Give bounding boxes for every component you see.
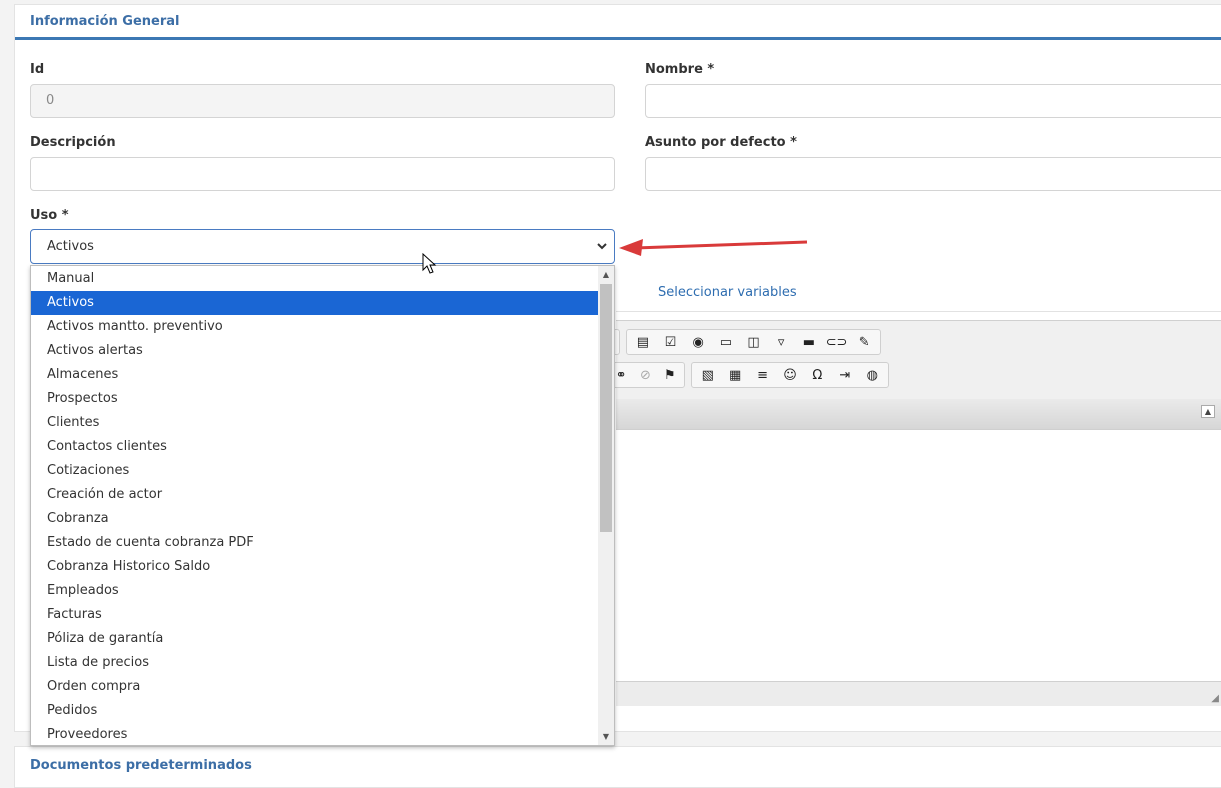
dropdown-option[interactable]: Clientes <box>31 411 598 435</box>
dropdown-option[interactable]: Creación de actor <box>31 483 598 507</box>
horizontal-rule-icon[interactable]: ≡ <box>749 364 776 386</box>
asunto-label: Asunto por defecto * <box>645 135 797 150</box>
dropdown-scrollbar[interactable]: ▲ ▼ <box>598 266 614 745</box>
dropdown-option[interactable]: Contactos clientes <box>31 435 598 459</box>
dropdown-option[interactable]: Cotizaciones <box>31 459 598 483</box>
tab-divider <box>616 311 1221 312</box>
descripcion-field[interactable] <box>30 157 615 191</box>
dropdown-option[interactable]: Lista de precios <box>31 651 598 675</box>
smiley-icon[interactable]: ☺ <box>776 364 803 386</box>
scroll-down-icon[interactable]: ▼ <box>598 728 614 745</box>
dropdown-option[interactable]: Activos <box>31 291 598 315</box>
toolbar-group-forms: ▤ ☑ ◉ ▭ ◫ ▿ ▬ ⊂⊃ ✎ <box>626 329 881 355</box>
scroll-up-icon[interactable]: ▲ <box>598 266 614 283</box>
scroll-thumb[interactable] <box>600 284 612 532</box>
panel-title: Información General <box>30 14 180 29</box>
dropdown-option[interactable]: Proveedores <box>31 723 598 745</box>
dropdown-option[interactable]: Almacenes <box>31 363 598 387</box>
pagebreak-icon[interactable]: ⇥ <box>831 364 858 386</box>
dropdown-option[interactable]: Orden compra <box>31 675 598 699</box>
dropdown-option[interactable]: Activos alertas <box>31 339 598 363</box>
dropdown-option[interactable]: Activos mantto. preventivo <box>31 315 598 339</box>
rich-text-editor[interactable]: ▤ ☑ ◉ ▭ ◫ ▿ ▬ ⊂⊃ ✎ ⚭ ⊘ ⚑ ▧ ▦ ≡ ☺ Ω ⇥ ◍ ▲… <box>606 320 1221 706</box>
dropdown-option[interactable]: Póliza de garantía <box>31 627 598 651</box>
dropdown-option[interactable]: Pedidos <box>31 699 598 723</box>
image-icon[interactable]: ▧ <box>694 364 721 386</box>
radio-icon[interactable]: ◉ <box>684 331 712 353</box>
documentos-panel: Documentos predeterminados <box>14 746 1221 788</box>
uso-select-value: Activos <box>47 239 94 254</box>
dropdown-option[interactable]: Empleados <box>31 579 598 603</box>
id-field: 0 <box>30 84 615 118</box>
iframe-icon[interactable]: ◍ <box>859 364 886 386</box>
editor-top-bar: ▲ <box>616 399 1221 430</box>
button-icon[interactable]: ▬ <box>795 331 823 353</box>
form-icon[interactable]: ▤ <box>629 331 657 353</box>
red-arrow-annotation <box>619 239 808 256</box>
dropdown-option[interactable]: Prospectos <box>31 387 598 411</box>
nombre-field[interactable] <box>645 84 1221 118</box>
mouse-cursor-icon <box>422 253 437 274</box>
textfield-icon[interactable]: ▭ <box>712 331 740 353</box>
dropdown-option[interactable]: Cobranza <box>31 507 598 531</box>
uso-select[interactable]: Activos <box>30 229 615 264</box>
toolbar-group-insert: ▧ ▦ ≡ ☺ Ω ⇥ ◍ <box>691 362 889 388</box>
flag-icon[interactable]: ⚑ <box>658 364 682 386</box>
uso-label: Uso * <box>30 208 69 223</box>
resize-handle-icon[interactable]: ◢ <box>1211 693 1219 704</box>
checkbox-icon[interactable]: ☑ <box>657 331 685 353</box>
select-icon[interactable]: ▿ <box>767 331 795 353</box>
hidden-field-icon[interactable]: ✎ <box>850 331 878 353</box>
collapse-toolbar-icon[interactable]: ▲ <box>1201 405 1215 418</box>
dropdown-option[interactable]: Cobranza Historico Saldo <box>31 555 598 579</box>
uso-dropdown-list[interactable]: Manual Activos Activos mantto. preventivo A… <box>30 265 615 746</box>
toolbar-group-links: ⚭ ⊘ ⚑ <box>606 362 685 388</box>
dropdown-option[interactable]: Facturas <box>31 603 598 627</box>
nombre-label: Nombre * <box>645 62 715 77</box>
editor-toolbar: ▤ ☑ ◉ ▭ ◫ ▿ ▬ ⊂⊃ ✎ ⚭ ⊘ ⚑ ▧ ▦ ≡ ☺ Ω ⇥ ◍ <box>606 321 1221 399</box>
dropdown-option[interactable]: Estado de cuenta cobranza PDF <box>31 531 598 555</box>
panel-header: Información General <box>15 5 1221 40</box>
editor-status-bar: ◢ <box>616 681 1221 706</box>
unlink-icon[interactable]: ⊘ <box>633 364 657 386</box>
panel2-title: Documentos predeterminados <box>30 758 252 773</box>
tab-seleccionar-variables[interactable]: Seleccionar variables <box>658 285 797 300</box>
id-label: Id <box>30 62 45 77</box>
descripcion-label: Descripción <box>30 135 116 150</box>
omega-icon[interactable]: Ω <box>804 364 831 386</box>
table-icon[interactable]: ▦ <box>721 364 748 386</box>
textarea-icon[interactable]: ◫ <box>740 331 768 353</box>
asunto-field[interactable] <box>645 157 1221 191</box>
dropdown-option[interactable]: Manual <box>31 267 598 291</box>
image-button-icon[interactable]: ⊂⊃ <box>823 331 851 353</box>
